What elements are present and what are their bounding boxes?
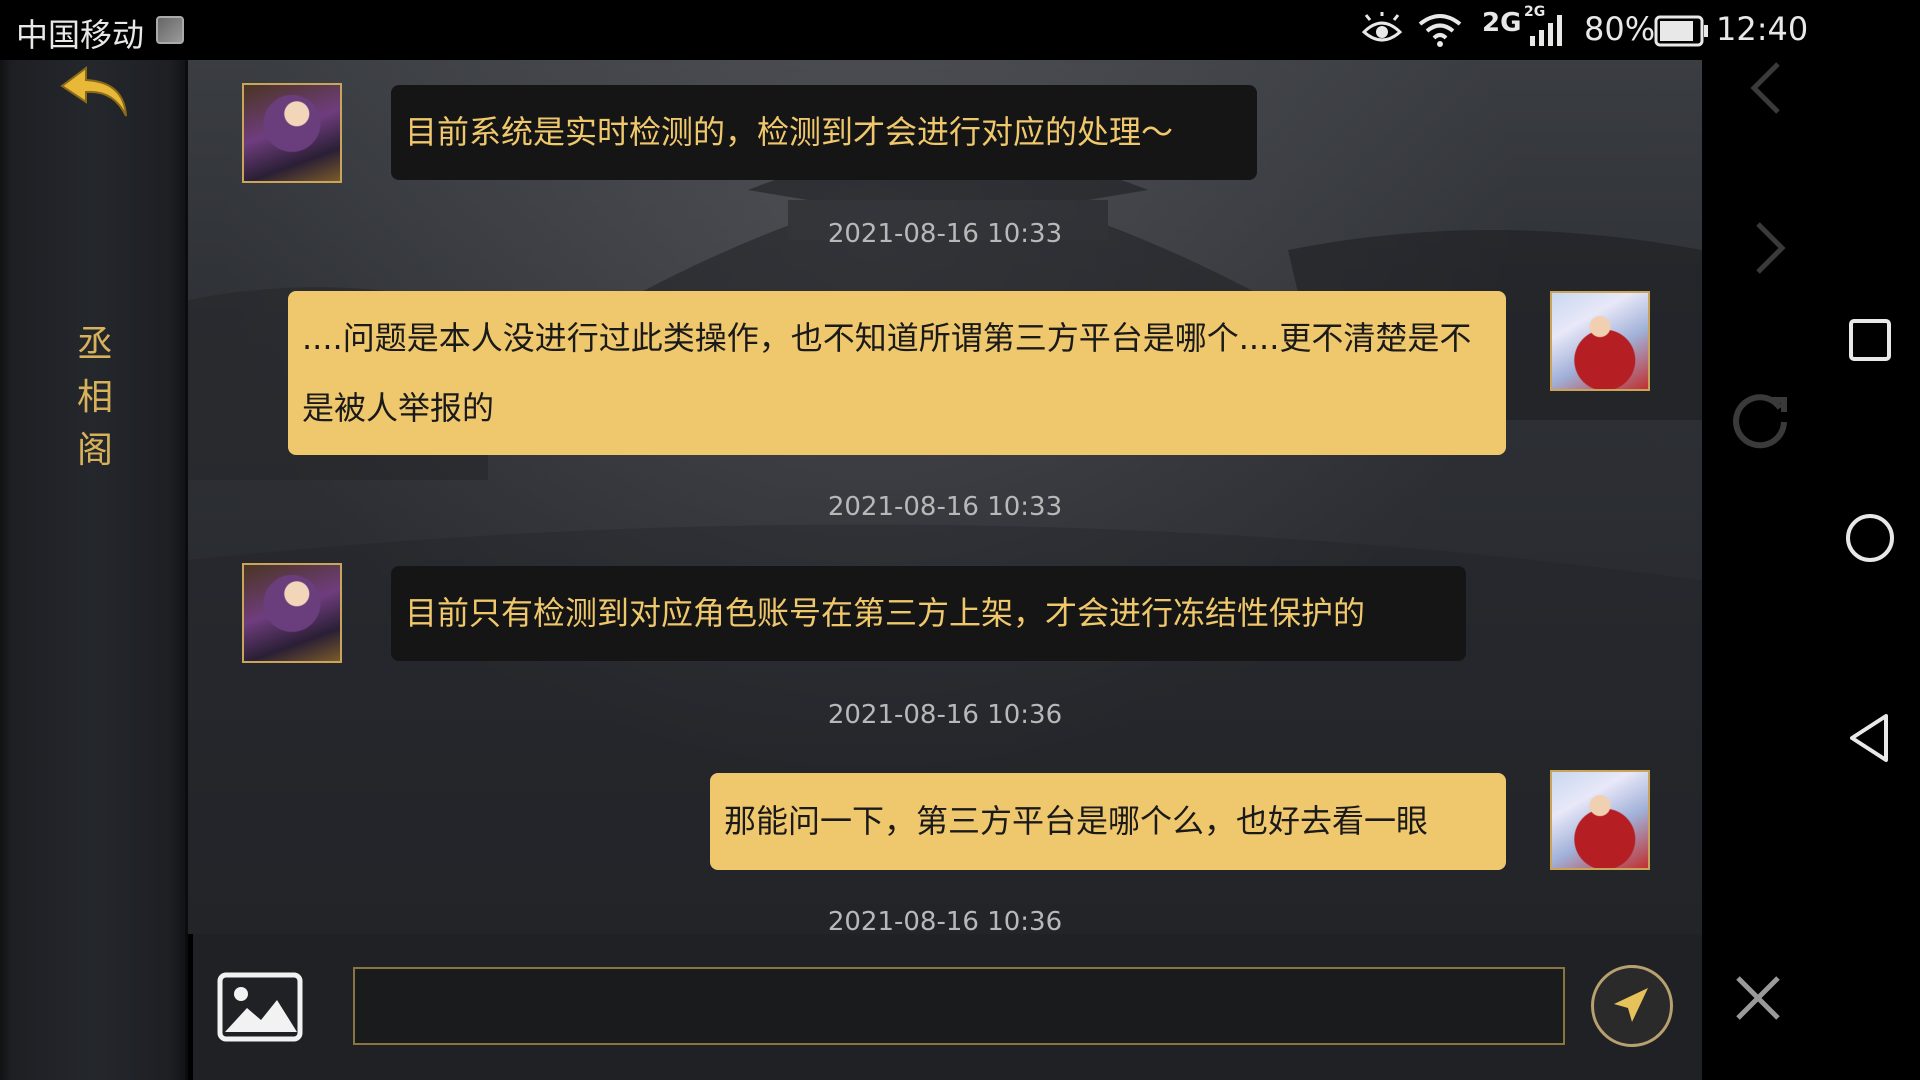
message-input[interactable] <box>353 967 1565 1045</box>
refresh-icon[interactable] <box>1728 386 1792 450</box>
message-bubble-user: 那能问一下，第三方平台是哪个么，也好去看一眼 <box>710 773 1506 870</box>
message-bubble-npc: 目前系统是实时检测的，检测到才会进行对应的处理～ <box>391 85 1257 180</box>
send-button[interactable] <box>1591 965 1673 1047</box>
sidebar-title: 丞 相 阁 <box>72 318 118 477</box>
signal-icon <box>1530 15 1562 46</box>
message-bubble-user: ....问题是本人没进行过此类操作，也不知道所谓第三方平台是哪个....更不清楚… <box>288 291 1506 455</box>
chevron-right-icon[interactable] <box>1738 220 1798 280</box>
wifi-icon <box>1418 14 1462 47</box>
send-icon <box>1614 988 1648 1022</box>
gallery-notification-icon <box>156 16 184 44</box>
user-avatar[interactable] <box>1550 770 1650 870</box>
sidebar-title-char: 相 <box>76 377 113 418</box>
sidebar-title-char: 阁 <box>76 430 113 471</box>
home-icon[interactable] <box>1842 510 1898 566</box>
square-icon[interactable] <box>1846 316 1894 364</box>
message-timestamp: 2021-08-16 10:33 <box>827 219 1063 249</box>
battery-percent: 80% <box>1584 10 1656 48</box>
network-type: 2G <box>1482 8 1522 38</box>
back-triangle-icon[interactable] <box>1842 710 1898 766</box>
chat-panel[interactable]: 目前系统是实时检测的，检测到才会进行对应的处理～ 2021-08-16 10:3… <box>188 60 1702 934</box>
status-bar: 中国移动 2G 2G 80% 12:40 <box>0 0 1920 60</box>
sidebar: 丞 相 阁 <box>0 60 188 1080</box>
chevron-left-icon[interactable] <box>1738 60 1798 120</box>
carrier-name: 中国移动 <box>16 16 145 54</box>
image-icon[interactable] <box>217 972 303 1042</box>
message-bubble-npc: 目前只有检测到对应角色账号在第三方上架，才会进行冻结性保护的 <box>391 566 1466 661</box>
npc-avatar[interactable] <box>242 563 342 663</box>
npc-avatar[interactable] <box>242 83 342 183</box>
message-timestamp: 2021-08-16 10:36 <box>827 700 1063 730</box>
clock: 12:40 <box>1716 10 1809 48</box>
user-avatar[interactable] <box>1550 291 1650 391</box>
system-nav-bar <box>1702 60 1920 1080</box>
message-timestamp: 2021-08-16 10:36 <box>827 907 1063 934</box>
battery-icon <box>1654 15 1708 47</box>
message-timestamp: 2021-08-16 10:33 <box>827 492 1063 522</box>
eye-comfort-icon <box>1361 12 1403 42</box>
sidebar-title-char: 丞 <box>76 324 113 365</box>
close-icon[interactable] <box>1730 970 1786 1026</box>
back-arrow-icon[interactable] <box>56 64 134 128</box>
input-bar <box>193 934 1702 1080</box>
